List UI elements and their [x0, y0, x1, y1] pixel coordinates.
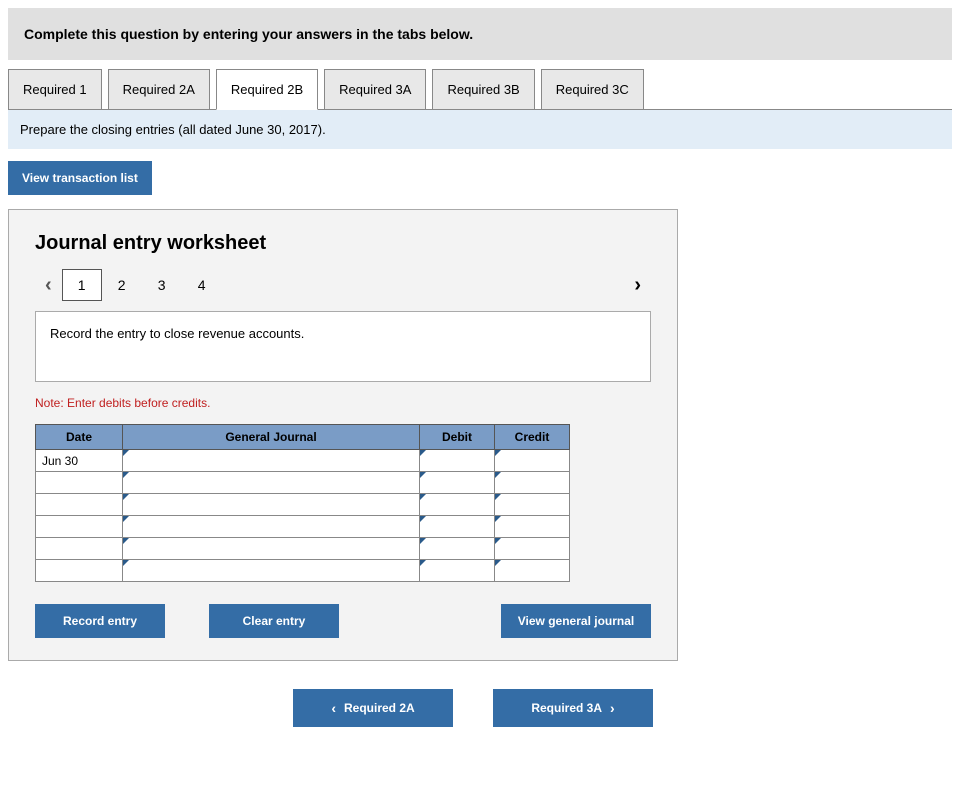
- tab-required-1[interactable]: Required 1: [8, 69, 102, 110]
- nav-buttons: ‹ Required 2A Required 3A ›: [138, 689, 808, 727]
- worksheet-title: Journal entry worksheet: [35, 232, 651, 255]
- cell-debit[interactable]: [420, 516, 495, 538]
- journal-table: Date General Journal Debit Credit Jun 30: [35, 424, 570, 582]
- pager: ‹ 1 2 3 4 ›: [35, 269, 651, 301]
- cell-debit[interactable]: [420, 494, 495, 516]
- view-transaction-list-button[interactable]: View transaction list: [8, 161, 152, 195]
- view-general-journal-button[interactable]: View general journal: [501, 604, 651, 638]
- cell-credit[interactable]: [495, 538, 570, 560]
- cell-date[interactable]: [36, 516, 123, 538]
- cell-general-journal[interactable]: [123, 516, 420, 538]
- page-3[interactable]: 3: [142, 269, 182, 301]
- tab-required-2a[interactable]: Required 2A: [108, 69, 210, 110]
- table-row: [36, 560, 570, 582]
- cell-general-journal[interactable]: [123, 560, 420, 582]
- clear-entry-button[interactable]: Clear entry: [209, 604, 339, 638]
- page-1[interactable]: 1: [62, 269, 102, 301]
- tab-required-2b[interactable]: Required 2B: [216, 69, 318, 110]
- cell-debit[interactable]: [420, 450, 495, 472]
- cell-credit[interactable]: [495, 560, 570, 582]
- col-header-credit: Credit: [495, 425, 570, 450]
- prompt-bar: Prepare the closing entries (all dated J…: [8, 110, 952, 149]
- pager-next-icon[interactable]: ›: [624, 274, 651, 297]
- page-4[interactable]: 4: [182, 269, 222, 301]
- entry-description: Record the entry to close revenue accoun…: [35, 311, 651, 382]
- cell-credit[interactable]: [495, 472, 570, 494]
- note-text: Note: Enter debits before credits.: [35, 396, 651, 410]
- table-row: [36, 472, 570, 494]
- table-row: [36, 494, 570, 516]
- cell-date[interactable]: Jun 30: [36, 450, 123, 472]
- pager-prev-icon[interactable]: ‹: [35, 274, 62, 297]
- tab-required-3c[interactable]: Required 3C: [541, 69, 644, 110]
- tab-required-3a[interactable]: Required 3A: [324, 69, 426, 110]
- col-header-general-journal: General Journal: [123, 425, 420, 450]
- record-entry-button[interactable]: Record entry: [35, 604, 165, 638]
- cell-debit[interactable]: [420, 472, 495, 494]
- col-header-date: Date: [36, 425, 123, 450]
- cell-debit[interactable]: [420, 538, 495, 560]
- table-row: [36, 538, 570, 560]
- next-tab-label: Required 3A: [531, 701, 602, 715]
- journal-body: Jun 30: [36, 450, 570, 582]
- cell-credit[interactable]: [495, 516, 570, 538]
- cell-credit[interactable]: [495, 494, 570, 516]
- next-tab-button[interactable]: Required 3A ›: [493, 689, 653, 727]
- chevron-right-icon: ›: [610, 700, 615, 716]
- instruction-bar: Complete this question by entering your …: [8, 8, 952, 60]
- prev-tab-button[interactable]: ‹ Required 2A: [293, 689, 453, 727]
- cell-debit[interactable]: [420, 560, 495, 582]
- tab-required-3b[interactable]: Required 3B: [432, 69, 534, 110]
- page-2[interactable]: 2: [102, 269, 142, 301]
- prev-tab-label: Required 2A: [344, 701, 415, 715]
- chevron-left-icon: ‹: [331, 700, 336, 716]
- table-row: Jun 30: [36, 450, 570, 472]
- cell-general-journal[interactable]: [123, 450, 420, 472]
- action-row: Record entry Clear entry View general jo…: [35, 604, 651, 638]
- col-header-debit: Debit: [420, 425, 495, 450]
- cell-general-journal[interactable]: [123, 472, 420, 494]
- tabs-row: Required 1 Required 2A Required 2B Requi…: [8, 68, 952, 110]
- cell-date[interactable]: [36, 494, 123, 516]
- cell-credit[interactable]: [495, 450, 570, 472]
- cell-general-journal[interactable]: [123, 494, 420, 516]
- cell-date[interactable]: [36, 560, 123, 582]
- cell-date[interactable]: [36, 472, 123, 494]
- table-row: [36, 516, 570, 538]
- journal-worksheet: Journal entry worksheet ‹ 1 2 3 4 › Reco…: [8, 209, 678, 661]
- cell-general-journal[interactable]: [123, 538, 420, 560]
- cell-date[interactable]: [36, 538, 123, 560]
